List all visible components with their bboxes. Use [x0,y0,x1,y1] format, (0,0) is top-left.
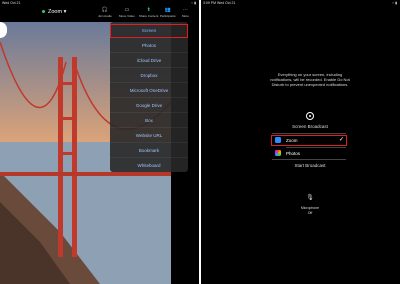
menu-item-google-drive[interactable]: Google Drive [110,99,188,113]
share-icon: ⬆ [146,7,151,13]
menu-item-onedrive[interactable]: Microsoft OneDrive [110,84,188,98]
menu-item-box[interactable]: Box [110,114,188,128]
share-menu: Screen Photos iCloud Drive Dropbox Micro… [110,22,188,172]
divider [272,133,346,134]
move-video-button[interactable]: ▭ Move Video [119,7,135,19]
broadcast-option-zoom[interactable]: Zoom ✓ [271,135,347,146]
divider [286,147,346,148]
start-broadcast-button[interactable]: Start Broadcast [270,163,350,168]
microphone-state: Off [307,210,313,215]
menu-item-website-url[interactable]: Website URL [110,129,188,143]
screen-broadcast-label: Screen Broadcast [292,124,328,129]
status-indicators: ⌁ ▮ [190,1,196,5]
status-indicators: ⌁ ▮ [391,1,397,5]
divider [272,159,346,160]
participants-icon: 👥 [164,7,172,13]
photos-app-icon [275,150,281,156]
record-icon [306,112,314,120]
menu-item-dropbox[interactable]: Dropbox [110,69,188,83]
share-content-button[interactable]: ⬆ Share Content [139,7,158,19]
headphones-icon: 🎧 [101,7,109,13]
menu-item-whiteboard[interactable]: Whiteboard [110,159,188,172]
menu-item-photos[interactable]: Photos [110,39,188,53]
video-icon: ▭ [124,7,130,13]
microphone-label: Microphone Off [300,206,320,215]
menu-item-icloud-drive[interactable]: iCloud Drive [110,54,188,68]
broadcast-warning: Everything on your screen, including not… [270,72,350,87]
secure-indicator-icon [42,10,45,14]
broadcast-option-photos[interactable]: Photos [272,149,346,158]
checkmark-icon: ✓ [338,137,344,143]
zoom-app-icon [275,137,281,143]
zoom-meeting-pane: Wed Oct 21 ⌁ ▮ Zoom ▾ 🎧 Join Audio ▭ Mov… [0,0,199,284]
participants-button[interactable]: 👥 Participants [160,7,176,19]
status-time: Wed Oct 21 [2,1,21,5]
meeting-title[interactable]: Zoom ▾ [42,9,66,15]
microphone-icon[interactable]: 🎙 [302,194,318,201]
menu-item-screen[interactable]: Screen [110,24,188,38]
status-time: 3:09 PM Wed Oct 21 [203,1,236,5]
join-audio-button[interactable]: 🎧 Join Audio [98,7,112,19]
more-icon: ⋯ [182,7,188,13]
more-button[interactable]: ⋯ More [182,7,189,19]
menu-item-bookmark[interactable]: Bookmark [110,144,188,158]
